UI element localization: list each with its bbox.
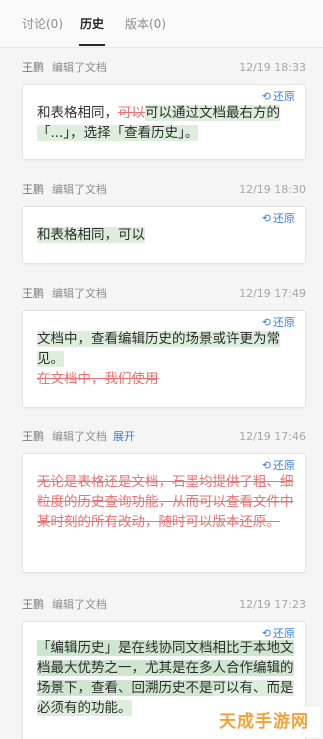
editor-name: 王鹏 [22,430,44,443]
diff-content: 和表格相同，可以 [37,225,295,245]
diff-deleted: 可以 [118,105,145,121]
diff-deleted: 在文档中，我们使用 [37,371,159,387]
restore-button[interactable]: ⟲ 还原 [262,90,295,104]
active-tab-indicator [79,44,105,46]
edit-action: 编辑了文档 [52,287,107,300]
restore-button[interactable]: ⟲ 还原 [262,459,295,473]
edit-time: 12/19 18:33 [239,61,306,74]
tab-discussion[interactable]: 讨论(0) [22,16,63,32]
history-icon: ⟲ [261,212,271,225]
site-watermark: 天成手游网 [208,707,320,737]
history-card: ⟲ 还原 和表格相同，可以 [22,206,306,264]
restore-label: 还原 [273,316,295,329]
diff-content: 文档中，查看编辑历史的场景或许更为常见。在文档中，我们使用 [37,329,295,389]
history-icon: ⟲ [261,90,271,103]
history-entry-header: 王鹏 编辑了文档 展开 12/19 17:46 [22,429,306,445]
diff-added: 和表格相同，可以 [37,227,145,243]
tab-bar: 讨论(0) 历史 版本(0) [0,0,323,48]
diff-deleted: 无论是表格还是文档，石墨均提供了粗、细粒度的历史查询功能，从而可以查看文件中某时… [37,474,294,530]
history-entry-header: 王鹏 编辑了文档 12/19 18:30 [22,182,306,198]
diff-content: 「编辑历史」是在线协同文档相比于本地文档最大优势之一，尤其是在多人合作编辑的场景… [37,638,295,718]
editor-name: 王鹏 [22,183,44,196]
history-entry-header: 王鹏 编辑了文档 12/19 18:33 [22,60,306,76]
restore-label: 还原 [273,459,295,472]
edit-time: 12/19 17:49 [239,287,306,300]
tab-history[interactable]: 历史 [80,16,104,32]
diff-content: 无论是表格还是文档，石墨均提供了粗、细粒度的历史查询功能，从而可以查看文件中某时… [37,472,295,532]
tab-versions[interactable]: 版本(0) [125,16,166,32]
editor-name: 王鹏 [22,287,44,300]
edit-action: 编辑了文档 [52,598,107,611]
edit-action: 编辑了文档 [52,183,107,196]
restore-button[interactable]: ⟲ 还原 [262,212,295,226]
diff-added: 文档中，查看编辑历史的场景或许更为常见。 [37,331,280,367]
restore-label: 还原 [273,212,295,225]
diff-text: 和表格相同， [37,105,118,121]
history-entry-header: 王鹏 编辑了文档 12/19 17:49 [22,286,306,302]
history-entry-header: 王鹏 编辑了文档 12/19 17:23 [22,597,306,613]
history-icon: ⟲ [261,316,271,329]
editor-name: 王鹏 [22,598,44,611]
history-card: ⟲ 还原 和表格相同，可以可以通过文档最右方的「...」，选择「查看历史」。 [22,84,306,160]
edit-time: 12/19 17:23 [239,598,306,611]
restore-label: 还原 [273,90,295,103]
edit-time: 12/19 18:30 [239,183,306,196]
edit-action: 编辑了文档 [52,61,107,74]
edit-time: 12/19 17:46 [239,430,306,443]
history-card: ⟲ 还原 文档中，查看编辑历史的场景或许更为常见。在文档中，我们使用 [22,310,306,408]
expand-link[interactable]: 展开 [113,430,135,443]
edit-action: 编辑了文档 [52,430,107,443]
diff-content: 和表格相同，可以可以通过文档最右方的「...」，选择「查看历史」。 [37,103,295,143]
editor-name: 王鹏 [22,61,44,74]
history-card: ⟲ 还原 无论是表格还是文档，石墨均提供了粗、细粒度的历史查询功能，从而可以查看文… [22,453,306,573]
history-icon: ⟲ [261,459,271,472]
restore-button[interactable]: ⟲ 还原 [262,316,295,330]
